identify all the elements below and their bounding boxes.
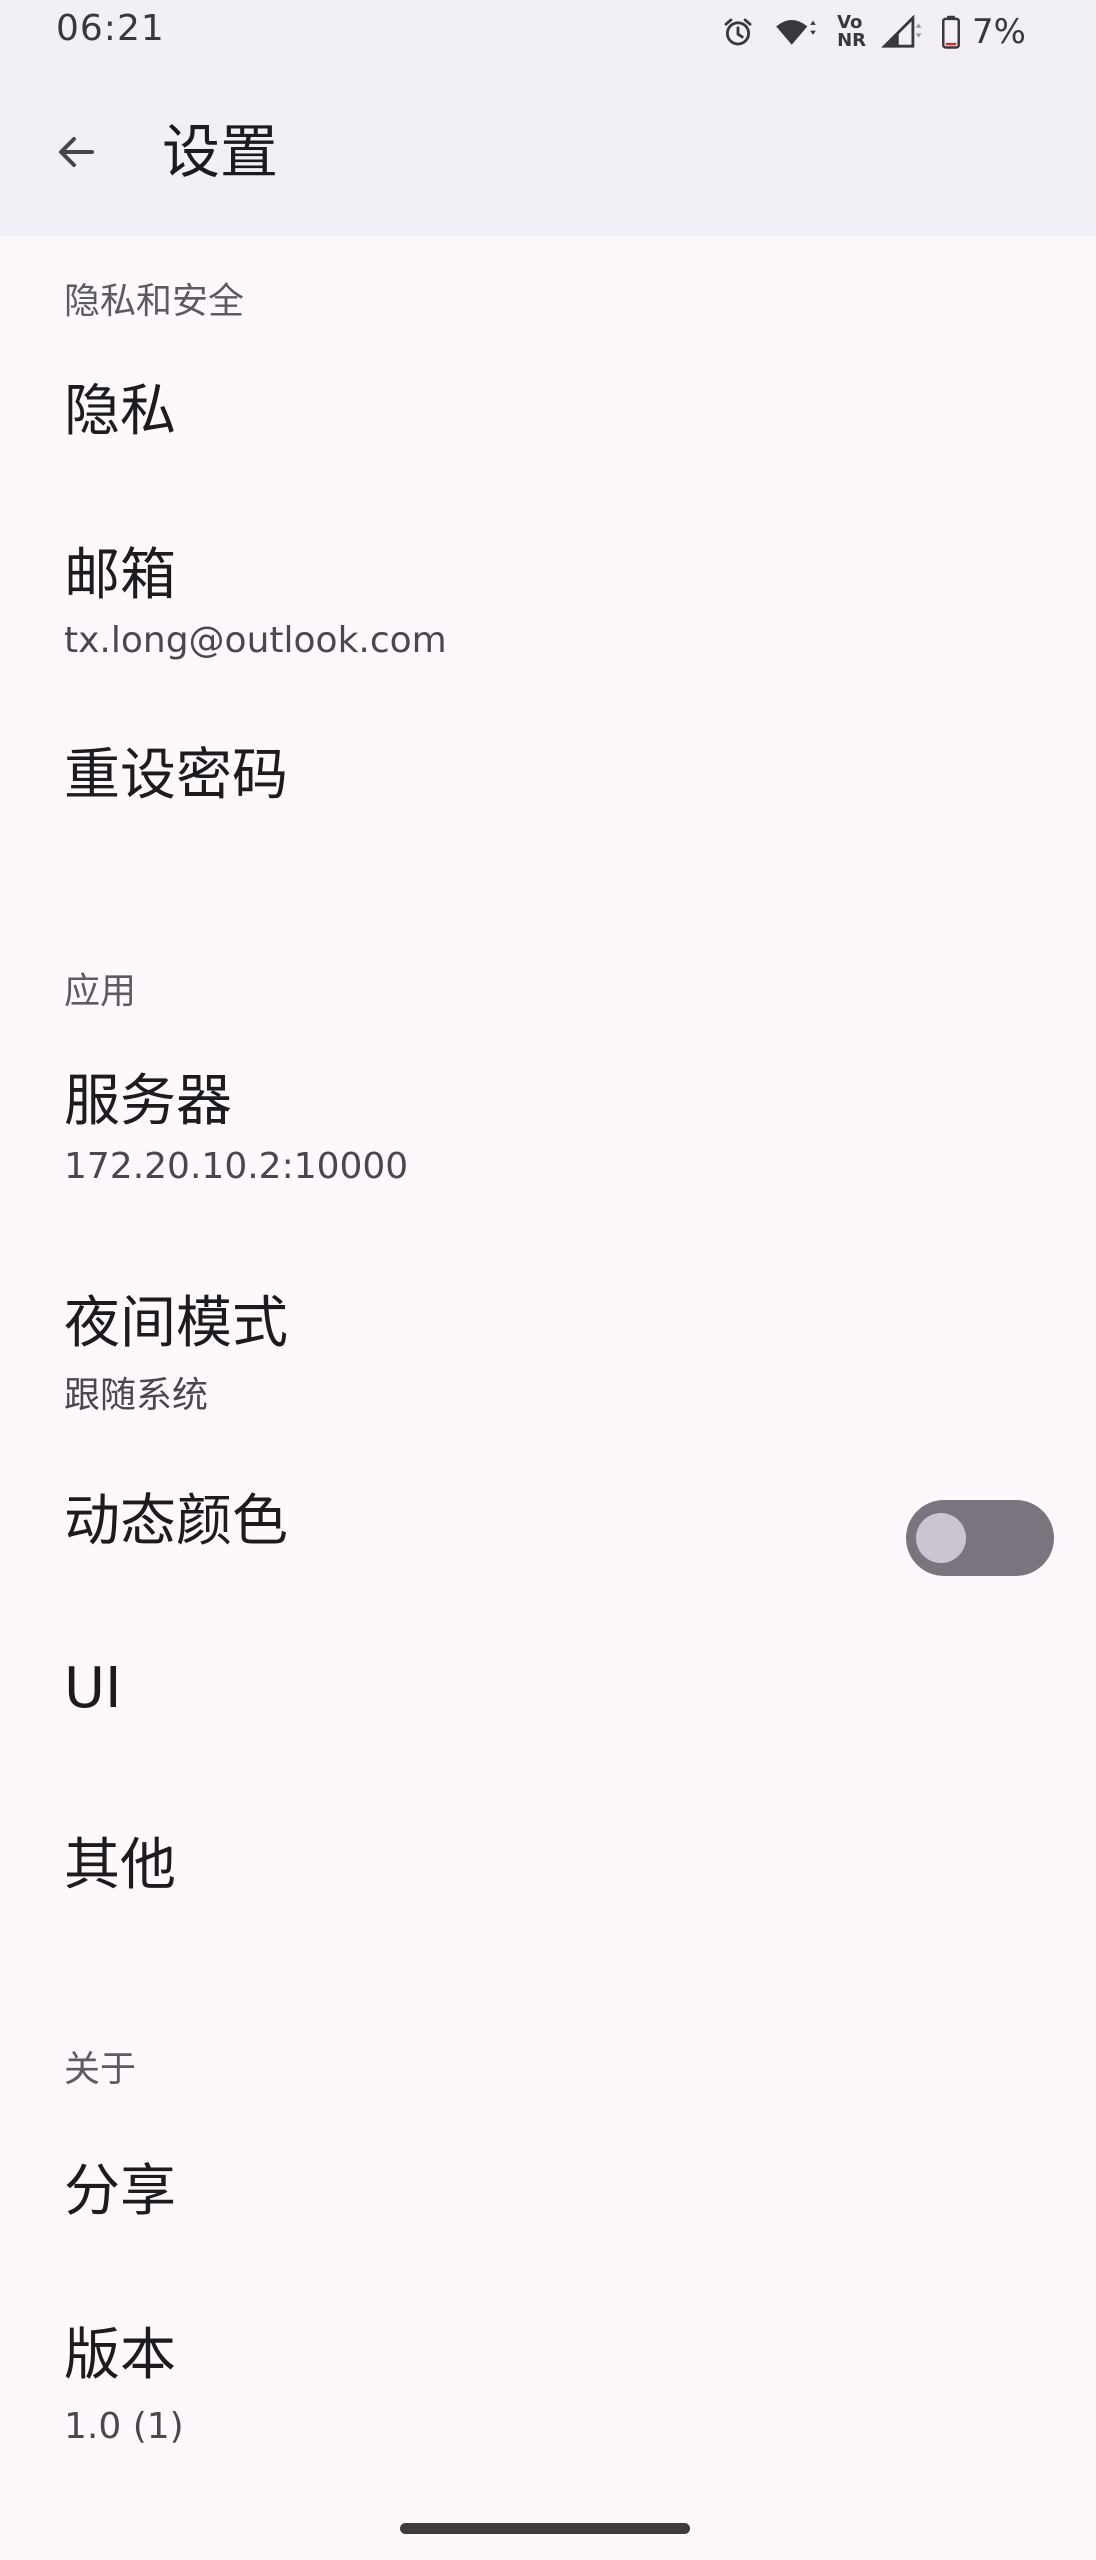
- section-header-app: 应用: [64, 971, 137, 1012]
- battery-percentage: 7%: [972, 12, 1026, 52]
- switch-thumb: [916, 1513, 966, 1563]
- dynamic-color-item[interactable]: 动态颜色: [0, 1456, 1096, 1636]
- reset-password-item[interactable]: 重设密码: [0, 710, 1096, 874]
- email-item-title: 邮箱: [64, 543, 176, 608]
- other-item-title: 其他: [64, 1833, 176, 1898]
- dynamic-color-item-title: 动态颜色: [64, 1489, 288, 1554]
- ui-item[interactable]: UI: [0, 1636, 1096, 1800]
- section-header-privacy-security: 隐私和安全: [64, 281, 245, 322]
- night-mode-item-value: 跟随系统: [64, 1375, 209, 1416]
- status-icons: Vo NR 7%: [721, 12, 1026, 52]
- alarm-icon: [721, 15, 755, 49]
- gesture-navigation-handle[interactable]: [400, 2523, 690, 2534]
- signal-icon: [880, 15, 926, 49]
- email-item[interactable]: 邮箱 tx.long@outlook.com: [0, 510, 1096, 710]
- dynamic-color-switch[interactable]: [906, 1500, 1054, 1576]
- privacy-item-title: 隐私: [64, 379, 176, 444]
- wifi-icon: [769, 15, 823, 49]
- email-item-value: tx.long@outlook.com: [64, 620, 447, 661]
- version-item-title: 版本: [64, 2323, 176, 2388]
- vonr-icon: Vo NR: [837, 12, 867, 51]
- ui-item-title: UI: [64, 1656, 122, 1721]
- other-item[interactable]: 其他: [0, 1800, 1096, 1964]
- status-time: 06:21: [56, 8, 165, 49]
- night-mode-item-title: 夜间模式: [64, 1291, 288, 1356]
- arrow-back-icon: [59, 137, 94, 167]
- server-item-title: 服务器: [64, 1069, 232, 1134]
- share-item-title: 分享: [64, 2159, 176, 2224]
- version-item-value: 1.0 (1): [64, 2406, 184, 2447]
- page-title: 设置: [162, 118, 279, 186]
- server-item[interactable]: 服务器 172.20.10.2:10000: [0, 1036, 1096, 1256]
- section-header-about: 关于: [64, 2049, 137, 2090]
- night-mode-item[interactable]: 夜间模式 跟随系统: [0, 1256, 1096, 1456]
- share-item[interactable]: 分享: [0, 2106, 1096, 2270]
- privacy-item[interactable]: 隐私: [0, 346, 1096, 510]
- version-item[interactable]: 版本 1.0 (1): [0, 2270, 1096, 2490]
- back-button[interactable]: [40, 116, 112, 188]
- status-bar: 06:21 Vo NR 7%: [0, 0, 1096, 64]
- server-item-value: 172.20.10.2:10000: [64, 1146, 409, 1187]
- reset-password-item-title: 重设密码: [64, 743, 288, 808]
- battery-icon: [940, 15, 962, 49]
- top-app-bar: 设置: [0, 64, 1096, 236]
